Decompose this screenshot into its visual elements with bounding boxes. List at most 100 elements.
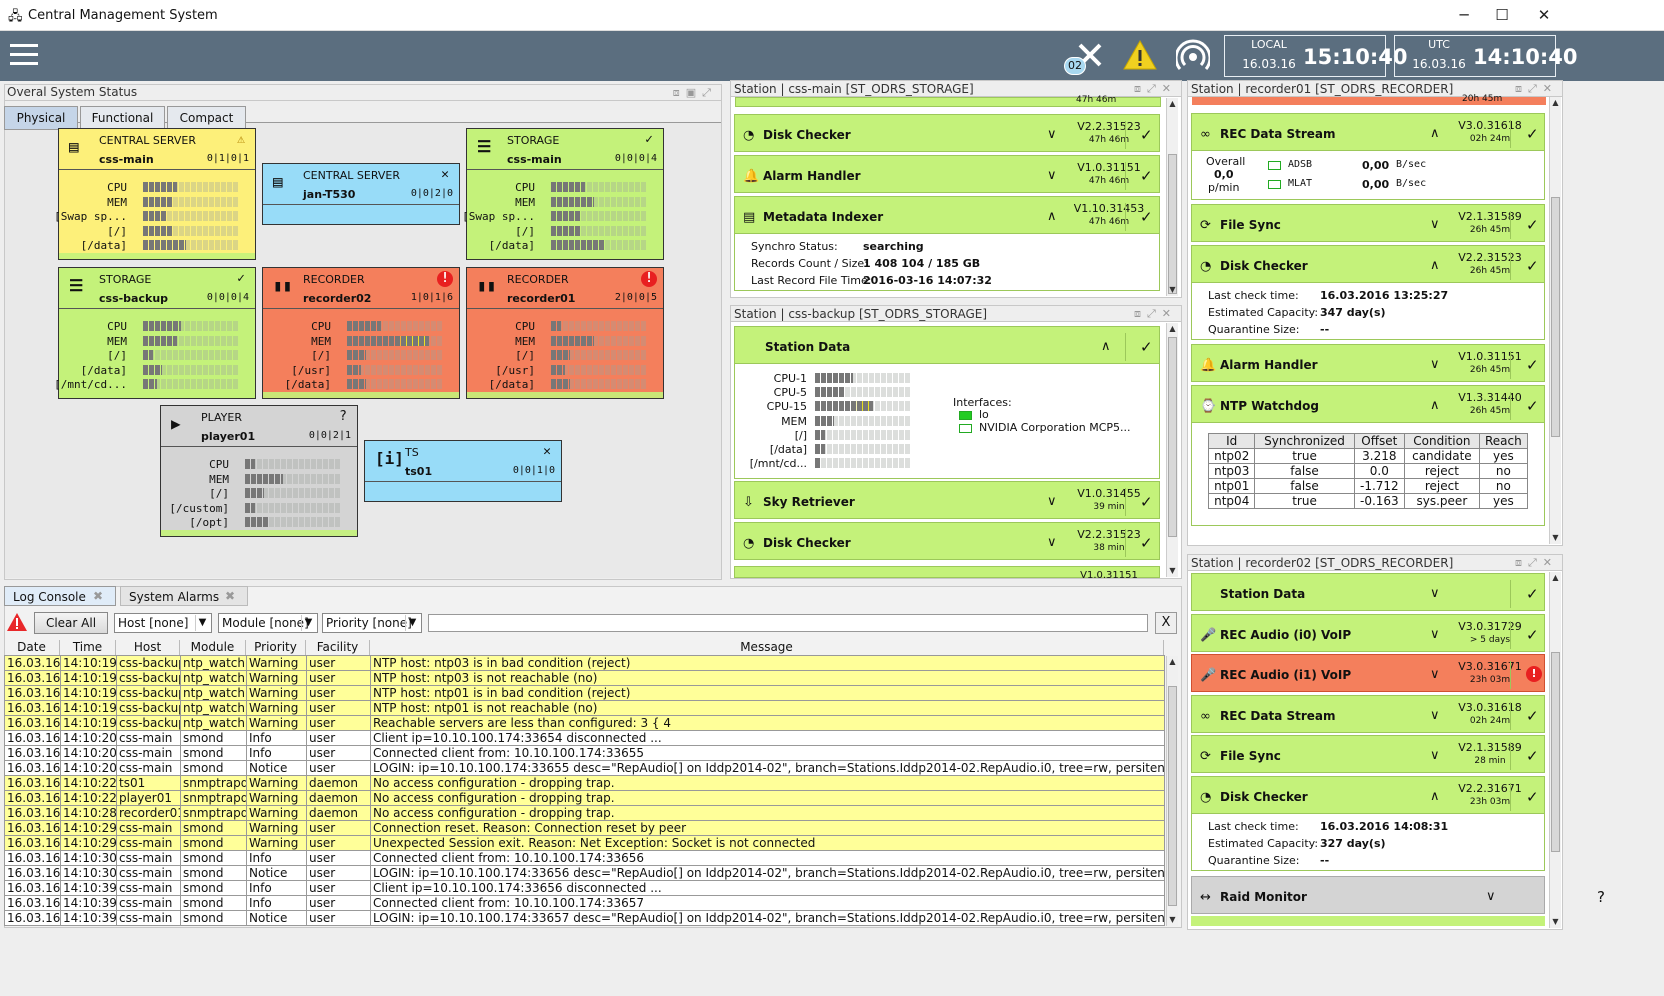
tab-system-alarms[interactable]: System Alarms ✖ xyxy=(120,586,248,606)
log-scrollbar[interactable]: ▲ ▼ xyxy=(1166,656,1178,926)
maintenance-tools-icon[interactable]: 02 xyxy=(1064,37,1108,75)
tab-functional[interactable]: Functional xyxy=(80,106,165,130)
service-card-disk-checker[interactable]: ◔ Disk Checker V2.2.31523 38 min ∨ ✓ xyxy=(734,522,1160,560)
close-button[interactable]: ✕ xyxy=(1534,6,1554,24)
log-row[interactable]: 16.03.16 14:10:39 css-main smond Info user Cli… xyxy=(4,880,1165,896)
filter-host-select[interactable]: Host [none] ▼ xyxy=(114,613,212,633)
device-tile-recorder02[interactable]: RECORDER recorder02 1|0|1|6 ▮▮! CPU MEM [/] [/u… xyxy=(262,267,460,399)
device-tile-player01[interactable]: PLAYER player01 0|0|2|1 ▶? CPU MEM [/] [/custom… xyxy=(160,405,358,537)
panel-window-icons[interactable]: ⧈⤢✕ xyxy=(1515,82,1558,96)
close-tab-icon[interactable]: ✖ xyxy=(225,589,235,603)
chevron-up-icon[interactable]: ∧ xyxy=(1101,339,1111,354)
log-search-input[interactable] xyxy=(428,614,1148,632)
log-row[interactable]: 16.03.16 14:10:39 css-main smond Notice user L… xyxy=(4,910,1165,926)
log-row[interactable]: 16.03.16 14:10:20 css-main smond Notice user L… xyxy=(4,760,1165,776)
chevron-down-icon[interactable]: ▼ xyxy=(301,615,315,631)
service-card-raid-monitor[interactable]: ↔ Raid Monitor ∨? xyxy=(1191,876,1605,914)
log-row[interactable]: 16.03.1614:10:19css-backupntp_watch...Wa… xyxy=(4,655,1165,671)
chevron-up-icon[interactable]: ∧ xyxy=(1430,789,1440,804)
station-data-card[interactable]: Station Data ∧ ✓ xyxy=(734,326,1160,364)
filter-module-select[interactable]: Module [none] ▼ xyxy=(218,613,318,633)
device-tile-ts01[interactable]: TS ts01 0|0|1|0 [i] ✕ xyxy=(364,440,562,502)
clear-search-icon[interactable]: X xyxy=(1155,612,1177,634)
chevron-up-icon[interactable]: ∧ xyxy=(1430,258,1440,273)
station-css-backup-scrollbar[interactable]: ▲ ▼ xyxy=(1166,323,1178,577)
recorder01-scrollbar[interactable]: ▲ ▼ xyxy=(1549,97,1561,544)
panel-window-icons[interactable]: ⧈⤢✕ xyxy=(1134,82,1177,96)
broadcast-icon[interactable] xyxy=(1174,39,1212,74)
tab-physical[interactable]: Physical xyxy=(4,106,78,130)
clear-all-button[interactable]: Clear All xyxy=(34,612,108,634)
device-tile-recorder01[interactable]: RECORDER recorder01 2|0|0|5 ▮▮! CPU MEM [/] [/u… xyxy=(466,267,664,399)
chevron-down-icon[interactable]: ▼ xyxy=(195,615,209,631)
chevron-down-icon[interactable]: ∨ xyxy=(1047,494,1057,509)
device-tile-css-main[interactable]: CENTRAL SERVER css-main 0|1|0|1 ▤ ⚠ CPU MEM [Sw… xyxy=(54,128,256,260)
chevron-down-icon[interactable]: ∨ xyxy=(1430,708,1440,723)
warning-icon[interactable] xyxy=(1122,39,1158,74)
log-row[interactable]: 16.03.16 14:10:29 css-main smond Warning user… xyxy=(4,835,1165,851)
device-tile-css-main[interactable]: STORAGE css-main 0|0|0|4 ☰ ✓ CPU MEM [Swap sp..… xyxy=(462,128,664,260)
service-card-disk-checker[interactable]: ◔ Disk Checker V2.2.31671 23h 03m ∧ ✓ xyxy=(1191,776,1545,814)
log-row[interactable]: 16.03.1614:10:19css-backupntp_watch...Wa… xyxy=(4,670,1165,686)
chevron-down-icon[interactable]: ∨ xyxy=(1430,748,1440,763)
log-row[interactable]: 16.03.16 14:10:30 css-main smond Notice user L… xyxy=(4,865,1165,881)
hamburger-menu-icon[interactable] xyxy=(10,44,38,66)
chevron-down-icon[interactable]: ∨ xyxy=(1430,627,1440,642)
column-header-module[interactable]: Module xyxy=(180,640,246,655)
chevron-down-icon[interactable]: ∨ xyxy=(1047,168,1057,183)
chevron-up-icon[interactable]: ∧ xyxy=(1430,398,1440,413)
chevron-down-icon[interactable]: ∨ xyxy=(1486,889,1496,904)
service-card-disk-checker[interactable]: ◔ Disk Checker V2.2.31523 47h 46m ∨ ✓ xyxy=(734,114,1160,152)
service-card-ntp-watchdog[interactable]: ⌚ NTP Watchdog V1.3.31440 26h 45m ∧ ✓ xyxy=(1191,385,1545,423)
chevron-down-icon[interactable]: ∨ xyxy=(1430,586,1440,601)
log-row[interactable]: 16.03.16 14:10:20 css-main smond Info user Con… xyxy=(4,745,1165,761)
chevron-down-icon[interactable]: ∨ xyxy=(1047,535,1057,550)
service-card-alarm-handler[interactable]: 🔔 Alarm Handler V1.0.31151 47h 46m ∨ ✓ xyxy=(734,155,1160,193)
column-header-message[interactable]: Message xyxy=(370,640,1164,655)
chevron-up-icon[interactable]: ∧ xyxy=(1047,209,1057,224)
maximize-button[interactable]: ☐ xyxy=(1492,6,1512,24)
log-row[interactable]: 16.03.16 14:10:20 css-main smond Info user Cli… xyxy=(4,730,1165,746)
column-header-time[interactable]: Time xyxy=(60,640,116,655)
service-card-rec-audio-i1-voip[interactable]: 🎤 REC Audio (i1) VoIP V3.0.31671 23h 03m ∨! xyxy=(1191,654,1545,692)
log-row[interactable]: 16.03.16 14:10:22 ts01 snmptrapd Warning daem… xyxy=(4,775,1165,791)
log-row[interactable]: 16.03.16 14:10:39 css-main smond Info user Con… xyxy=(4,895,1165,911)
service-card-station-data[interactable]: Station Data ∨ ✓ xyxy=(1191,573,1545,611)
panel-window-icons[interactable]: ⧈⤢✕ xyxy=(1134,307,1177,321)
column-header-host[interactable]: Host xyxy=(116,640,180,655)
panel-window-icons[interactable]: ⧈▣⤢ xyxy=(673,86,717,100)
chevron-down-icon[interactable]: ∨ xyxy=(1430,357,1440,372)
service-card-file-sync[interactable]: ⟳ File Sync V2.1.31589 26h 45m ∨ ✓ xyxy=(1191,204,1545,242)
service-card-rec-audio-i0-voip[interactable]: 🎤 REC Audio (i0) VoIP V3.0.31729 > 5 days ∨ ✓ xyxy=(1191,613,1545,652)
service-card-metadata-indexer[interactable]: ▤ Metadata Indexer V1.10.31453 47h 46m ∧ ✓ xyxy=(734,196,1160,234)
log-row[interactable]: 16.03.16 14:10:28 recorder01 snmptrapd Warni… xyxy=(4,805,1165,821)
chevron-down-icon[interactable]: ∨ xyxy=(1047,127,1057,142)
column-header-priority[interactable]: Priority xyxy=(246,640,306,655)
service-card-file-sync[interactable]: ⟳ File Sync V2.1.31589 28 min ∨ ✓ xyxy=(1191,735,1545,773)
chevron-down-icon[interactable]: ▼ xyxy=(405,615,419,631)
recorder02-scrollbar[interactable]: ▲ ▼ xyxy=(1549,572,1561,928)
column-header-facility[interactable]: Facility xyxy=(306,640,370,655)
station-css-main-scrollbar[interactable]: ▲ ▼ xyxy=(1166,98,1178,296)
chevron-down-icon[interactable]: ∨ xyxy=(1430,667,1440,682)
column-header-date[interactable]: Date xyxy=(4,640,60,655)
device-tile-jan-T530[interactable]: CENTRAL SERVER jan-T530 0|0|2|0 ▤ ✕ xyxy=(262,163,460,225)
device-tile-css-backup[interactable]: STORAGE css-backup 0|0|0|4 ☰ ✓ CPU MEM [/] [/dat… xyxy=(54,267,256,399)
service-card-alarm-handler[interactable]: 🔔 Alarm Handler V1.0.31151 26h 45m ∨ ✓ xyxy=(1191,344,1545,382)
log-row[interactable]: 16.03.1614:10:19css-backupntp_watch...Wa… xyxy=(4,700,1165,716)
tab-compact[interactable]: Compact xyxy=(167,106,246,130)
service-card-rec-data-stream[interactable]: ∞ REC Data Stream V3.0.31618 02h 24m ∧ ✓ xyxy=(1191,113,1545,151)
log-row[interactable]: 16.03.16 14:10:22 player01 snmptrapd Warning… xyxy=(4,790,1165,806)
service-card-disk-checker[interactable]: ◔ Disk Checker V2.2.31523 26h 45m ∧ ✓ xyxy=(1191,245,1545,283)
close-tab-icon[interactable]: ✖ xyxy=(93,589,103,603)
log-row[interactable]: 16.03.1614:10:19css-backupntp_watch...Wa… xyxy=(4,685,1165,701)
filter-priority-select[interactable]: Priority [none] ▼ xyxy=(322,613,422,633)
log-row[interactable]: 16.03.1614:10:19css-backupntp_watch...Wa… xyxy=(4,715,1165,731)
minimize-button[interactable]: ─ xyxy=(1454,6,1474,24)
service-card-rec-data-stream[interactable]: ∞ REC Data Stream V3.0.31618 02h 24m ∨ ✓ xyxy=(1191,694,1545,733)
service-card-sky-retriever[interactable]: ⇩ Sky Retriever V1.0.31455 39 min ∨ ✓ xyxy=(734,481,1160,519)
chevron-down-icon[interactable]: ∨ xyxy=(1430,217,1440,232)
tab-log-console[interactable]: Log Console ✖ xyxy=(4,586,116,606)
log-row[interactable]: 16.03.16 14:10:29 css-main smond Warning user… xyxy=(4,820,1165,836)
panel-window-icons[interactable]: ⧈⤢✕ xyxy=(1515,556,1558,570)
